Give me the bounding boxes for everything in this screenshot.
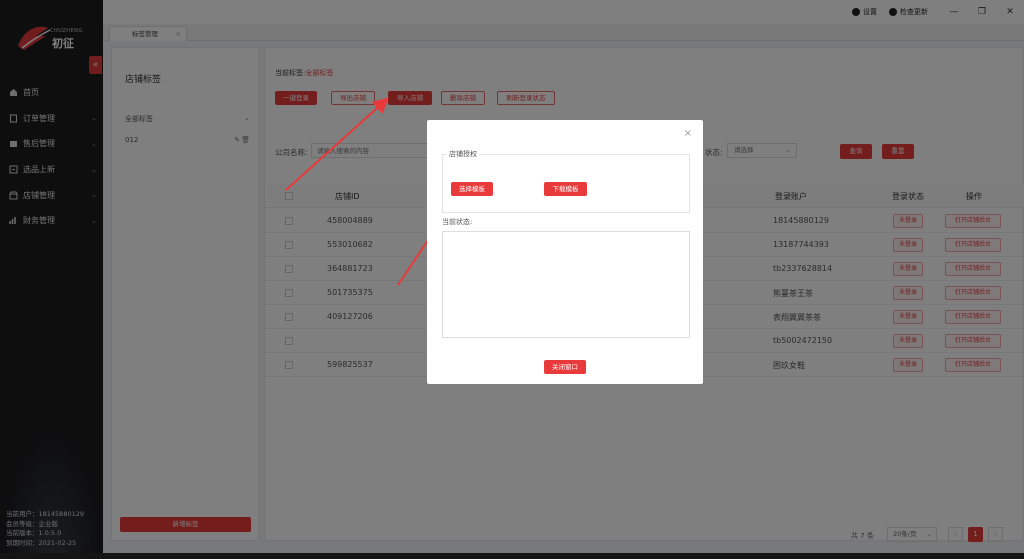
select-template-button[interactable]: 选择模板 (451, 182, 493, 196)
close-window-dialog-button[interactable]: 关闭窗口 (544, 360, 586, 374)
store-auth-fieldset: 店铺授权 选择模板 下载模板 (442, 149, 690, 213)
store-auth-legend: 店铺授权 (447, 149, 479, 159)
current-status-textarea[interactable] (442, 231, 690, 338)
current-status-label: 当前状态: (442, 218, 473, 226)
annotation-arrow-import (285, 97, 389, 191)
close-icon[interactable]: × (684, 128, 692, 139)
download-template-button[interactable]: 下载模板 (544, 182, 587, 196)
import-store-dialog: × 店铺授权 选择模板 下载模板 当前状态: 关闭窗口 (427, 120, 703, 384)
